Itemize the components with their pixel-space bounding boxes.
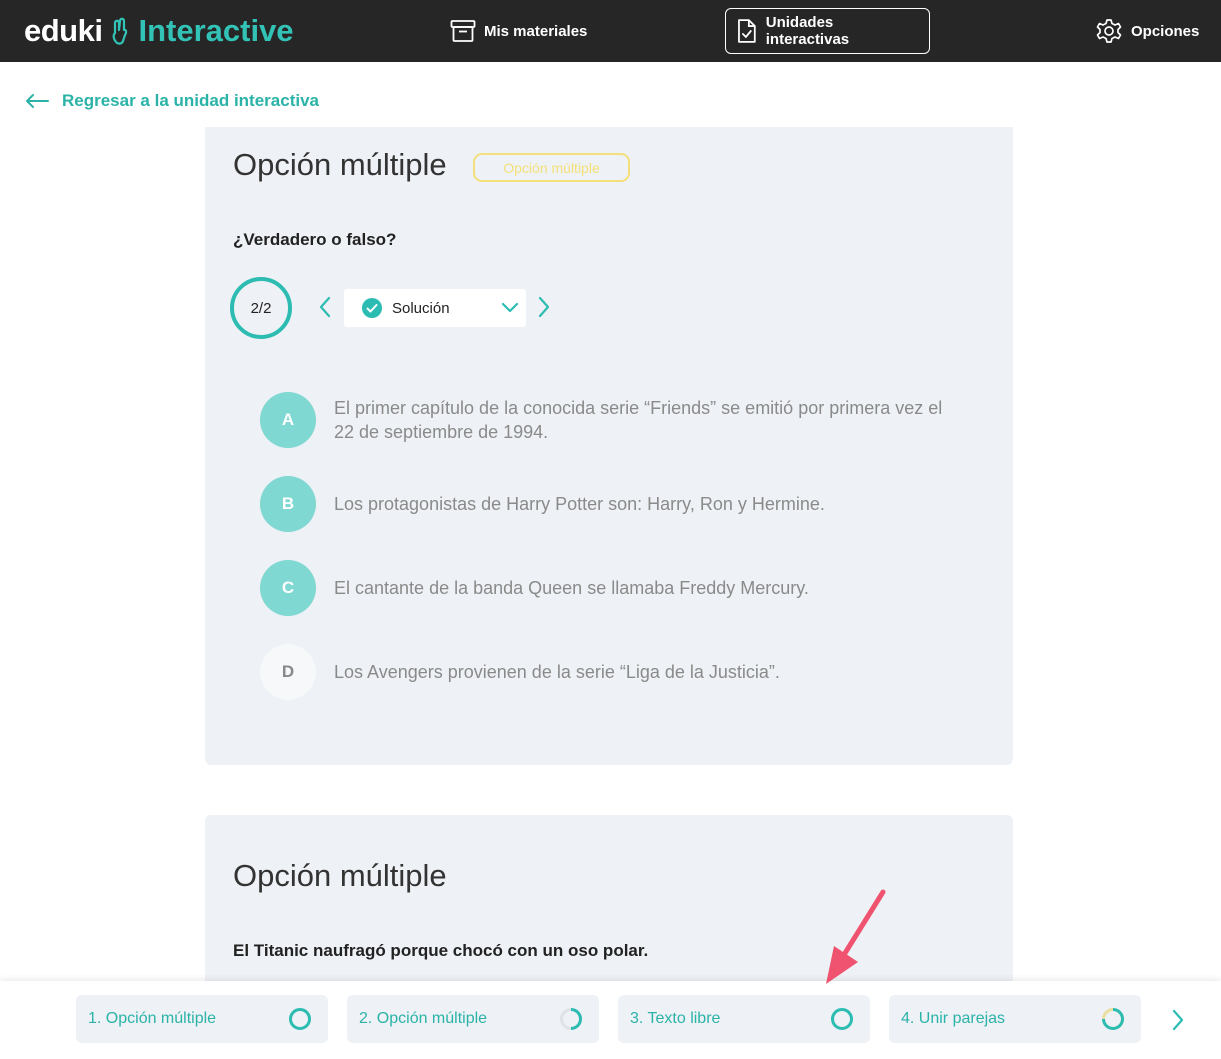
arrow-left-icon xyxy=(26,94,49,108)
nav-unidades-interactivas-label: Unidades interactivas xyxy=(765,14,850,48)
nav-mis-materiales[interactable]: Mis materiales xyxy=(440,8,597,54)
step-label: 4. Unir parejas xyxy=(901,1010,1006,1027)
answer-text: El cantante de la banda Queen se llamaba… xyxy=(334,578,809,598)
progress-ring-icon xyxy=(1102,1008,1124,1030)
step-item[interactable]: 1. Opción múltiple xyxy=(76,995,328,1043)
step-navigation-bar: 1. Opción múltiple 2. Opción múltiple 3.… xyxy=(0,981,1221,1059)
answer-letter-badge: A xyxy=(260,392,316,448)
nav-mis-materiales-label: Mis materiales xyxy=(484,22,588,40)
next-steps-button[interactable] xyxy=(1166,1007,1190,1033)
step-item[interactable]: 2. Opción múltiple xyxy=(347,995,599,1043)
logo-text-interactive: Interactive xyxy=(138,13,294,48)
previous-view-button[interactable] xyxy=(314,292,336,322)
next-view-button[interactable] xyxy=(533,292,555,322)
progress-ring-icon xyxy=(560,1008,582,1030)
answer-option-b[interactable]: B Los protagonistas de Harry Potter son:… xyxy=(260,476,944,532)
answer-letter-badge: C xyxy=(260,560,316,616)
nav-unidades-interactivas[interactable]: Unidades interactivas xyxy=(725,8,930,54)
card-title: Opción múltiple xyxy=(233,147,447,182)
chevron-right-icon xyxy=(538,296,550,318)
question-text: El Titanic naufragó porque chocó con un … xyxy=(233,941,649,960)
check-circle-icon xyxy=(362,298,382,318)
question-card-1: Opción múltiple Opción múltiple ¿Verdade… xyxy=(205,127,1013,765)
step-item[interactable]: 4. Unir parejas xyxy=(889,995,1141,1043)
answer-letter-badge: D xyxy=(260,644,316,700)
archive-box-icon xyxy=(450,20,476,42)
question-text: ¿Verdadero o falso? xyxy=(233,230,397,249)
answer-option-a[interactable]: A El primer capítulo de la conocida seri… xyxy=(260,392,944,448)
back-link[interactable]: Regresar a la unidad interactiva xyxy=(24,86,319,116)
step-item[interactable]: 3. Texto libre xyxy=(618,995,870,1043)
solution-view-select[interactable]: Solución xyxy=(344,289,526,327)
solution-view-select-value: Solución xyxy=(392,299,450,317)
step-label: 1. Opción múltiple xyxy=(88,1010,217,1027)
gear-icon xyxy=(1096,19,1122,43)
step-label: 2. Opción múltiple xyxy=(359,1010,488,1027)
top-navigation-bar: eduki Interactive Mis materiales Unidade… xyxy=(0,0,1221,62)
chevron-right-icon xyxy=(1172,1009,1184,1031)
question-type-badge: Opción múltiple xyxy=(473,153,630,182)
chevron-down-icon xyxy=(501,302,519,313)
eduki-logo[interactable]: eduki Interactive xyxy=(24,12,294,50)
chevron-left-icon xyxy=(319,296,331,318)
card-title: Opción múltiple xyxy=(233,858,447,893)
step-label: 3. Texto libre xyxy=(630,1010,721,1027)
progress-ring-icon xyxy=(831,1008,853,1030)
answer-text: Los Avengers provienen de la serie “Liga… xyxy=(334,662,780,682)
answer-option-d[interactable]: D Los Avengers provienen de la serie “Li… xyxy=(260,644,944,700)
logo-hand-icon xyxy=(113,17,128,45)
nav-opciones-label: Opciones xyxy=(1131,22,1200,40)
nav-opciones[interactable]: Opciones xyxy=(1085,8,1209,54)
answer-option-c[interactable]: C El cantante de la banda Queen se llama… xyxy=(260,560,944,616)
annotation-arrow-icon xyxy=(826,889,886,984)
back-link-label: Regresar a la unidad interactiva xyxy=(62,91,319,110)
progress-ring-icon xyxy=(289,1008,311,1030)
document-check-icon xyxy=(738,19,756,43)
answer-text: Los protagonistas de Harry Potter son: H… xyxy=(334,494,825,514)
answer-text: El primer capítulo de la conocida serie … xyxy=(334,398,943,442)
answer-letter-badge: B xyxy=(260,476,316,532)
logo-text-eduki: eduki xyxy=(24,13,103,48)
question-progress-indicator: 2/2 xyxy=(230,277,292,339)
